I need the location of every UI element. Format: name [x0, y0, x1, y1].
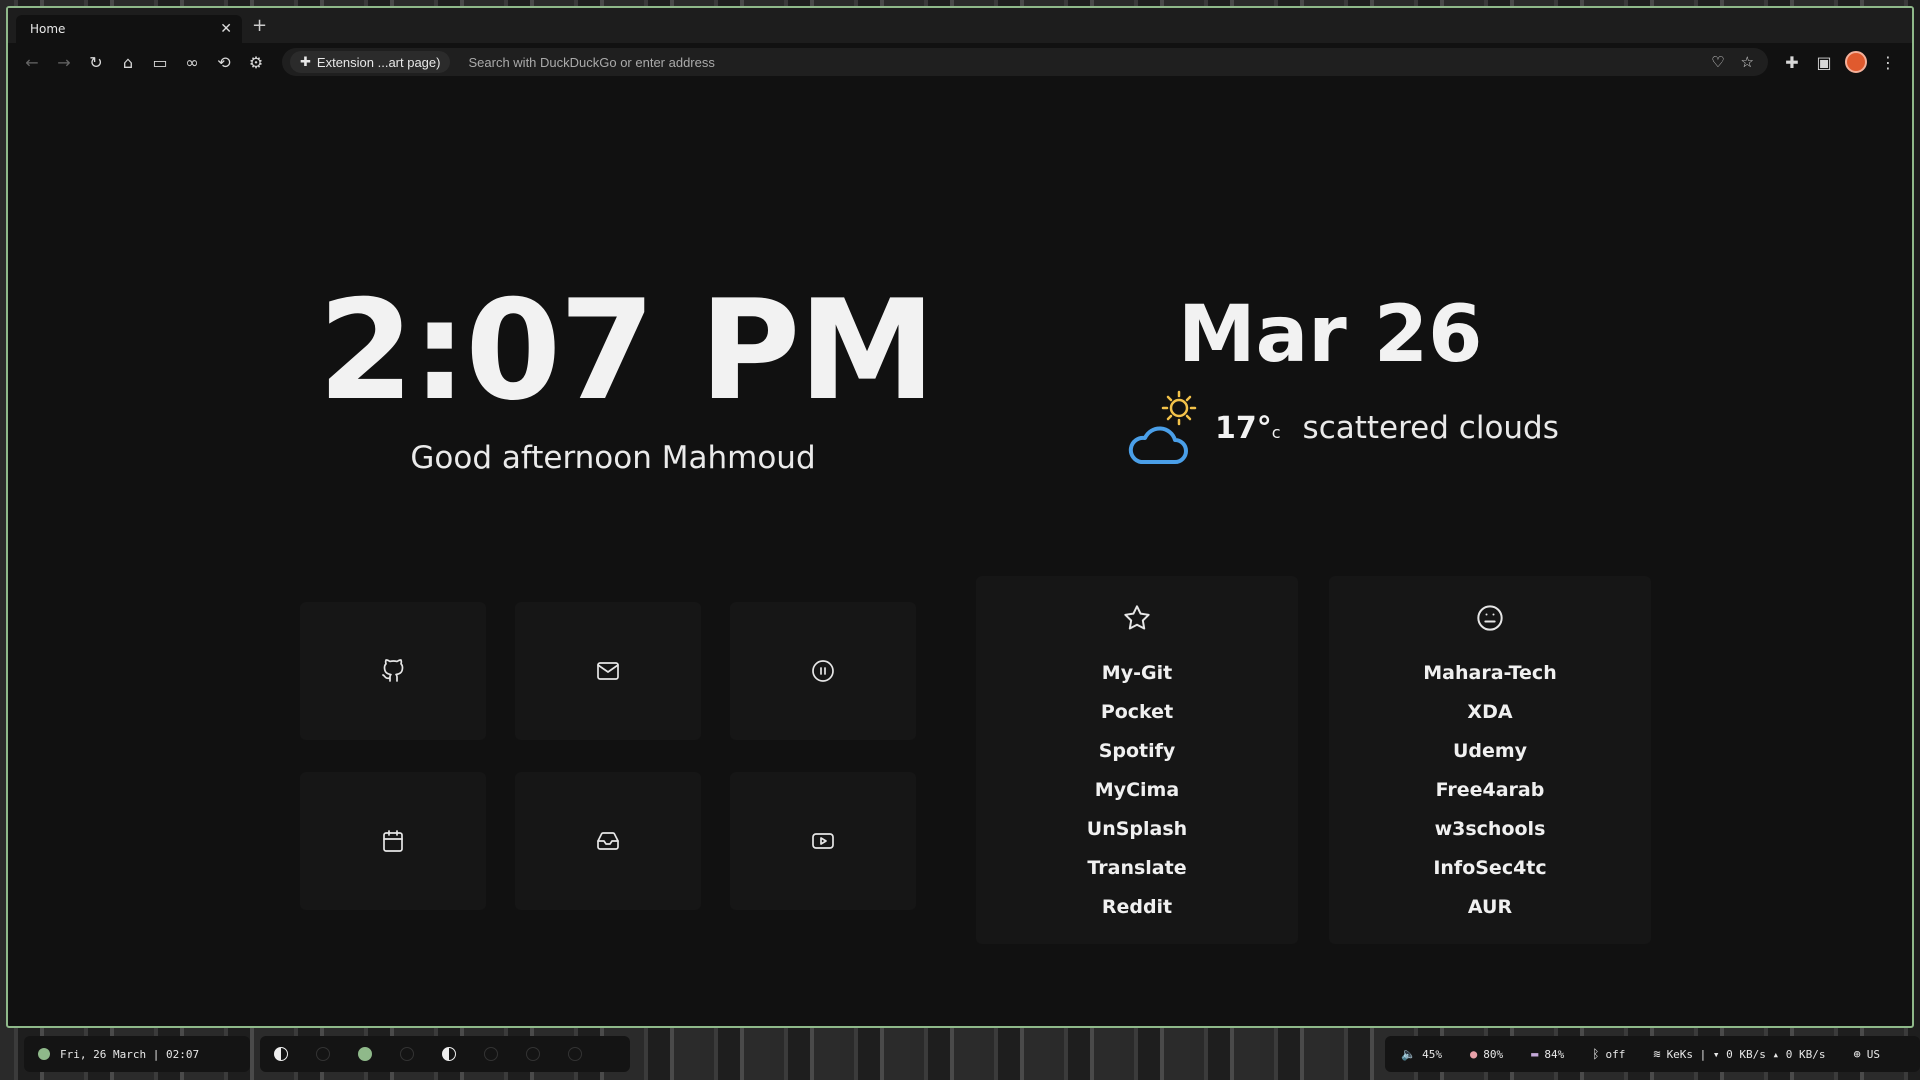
address-bar[interactable]: ✚ Extension ...art page) Search with Duc… — [282, 48, 1768, 76]
link-item[interactable]: XDA — [1423, 693, 1556, 732]
date-display: Mar 26 — [1178, 290, 1483, 380]
wifi-icon: ≋ — [1653, 1047, 1661, 1061]
menu-icon[interactable]: ⋮ — [1872, 48, 1904, 76]
battery-icon: ▬ — [1531, 1047, 1539, 1061]
tab-title: Home — [30, 21, 66, 36]
link-item[interactable]: Translate — [1087, 849, 1187, 888]
volume-indicator[interactable]: 🔈 45% — [1401, 1047, 1442, 1061]
taskbar-datetime: Fri, 26 March | 02:07 — [60, 1047, 200, 1061]
temperature-unit: c — [1271, 422, 1281, 442]
workspace-4[interactable] — [400, 1047, 414, 1061]
battery-indicator[interactable]: ▬ 84% — [1531, 1047, 1564, 1061]
bookmark-star-icon[interactable]: ☆ — [1741, 53, 1754, 71]
pause-circle-icon — [812, 660, 834, 682]
extension-identity-chip[interactable]: ✚ Extension ...art page) — [290, 51, 451, 73]
shortcut-tile-calendar[interactable] — [300, 772, 486, 910]
link-item[interactable]: My-Git — [1087, 654, 1187, 693]
private-mask-icon[interactable]: ∞ — [176, 48, 208, 76]
shortcut-tile-youtube[interactable] — [730, 772, 916, 910]
desktop-taskbar: Fri, 26 March | 02:07 🔈 45% ● 80% ▬ 84% ᛒ of… — [0, 1028, 1920, 1080]
link-item[interactable]: Mahara-Tech — [1423, 654, 1556, 693]
pocket-icon[interactable]: ♡ — [1711, 53, 1724, 71]
bluetooth-indicator[interactable]: ᛒ off — [1592, 1047, 1625, 1061]
star-icon — [1123, 604, 1151, 636]
links-card-right: Mahara-Tech XDA Udemy Free4arab w3school… — [1329, 576, 1651, 944]
start-page: 2:07 PM Good afternoon Mahmoud Mar 26 17… — [8, 80, 1912, 1026]
workspace-6[interactable] — [484, 1047, 498, 1061]
new-tab-button[interactable]: + — [252, 15, 267, 36]
address-input[interactable]: Search with DuckDuckGo or enter address — [468, 55, 1711, 70]
bulb-icon: ● — [1470, 1047, 1478, 1061]
account-avatar[interactable] — [1840, 48, 1872, 76]
weather-condition: scattered clouds — [1302, 410, 1559, 446]
link-item[interactable]: w3schools — [1423, 810, 1556, 849]
github-icon — [382, 659, 404, 682]
bluetooth-icon: ᛒ — [1592, 1047, 1600, 1061]
browser-window: Home ✕ + ← → ↻ ⌂ ▭ ∞ ⟲ ⚙ ✚ Extension ...… — [6, 6, 1914, 1028]
close-icon[interactable]: ✕ — [220, 21, 232, 37]
workspace-7[interactable] — [526, 1047, 540, 1061]
back-arrow-icon[interactable]: ← — [16, 48, 48, 76]
link-item[interactable]: InfoSec4tc — [1423, 849, 1556, 888]
brightness-indicator[interactable]: ● 80% — [1470, 1047, 1503, 1061]
home-icon[interactable]: ⌂ — [112, 48, 144, 76]
workspace-2[interactable] — [316, 1047, 330, 1061]
settings-gear-icon[interactable]: ⚙ — [240, 48, 272, 76]
workspace-8[interactable] — [568, 1047, 582, 1061]
navigation-toolbar: ← → ↻ ⌂ ▭ ∞ ⟲ ⚙ ✚ Extension ...art page)… — [8, 44, 1912, 80]
globe-icon: ⊕ — [1853, 1047, 1861, 1061]
youtube-icon — [812, 833, 834, 849]
link-item[interactable]: AUR — [1423, 888, 1556, 927]
workspace-switcher — [260, 1036, 630, 1072]
link-item[interactable]: UnSplash — [1087, 810, 1187, 849]
links-list-right: Mahara-Tech XDA Udemy Free4arab w3school… — [1423, 654, 1556, 927]
workspace-1[interactable] — [274, 1047, 288, 1061]
links-list-left: My-Git Pocket Spotify MyCima UnSplash Tr… — [1087, 654, 1187, 927]
shortcut-tile-pause[interactable] — [730, 602, 916, 740]
speaker-icon: 🔈 — [1401, 1047, 1417, 1061]
workspace-5[interactable] — [442, 1047, 456, 1061]
forward-arrow-icon[interactable]: → — [48, 48, 80, 76]
taskbar-clock[interactable]: Fri, 26 March | 02:07 — [24, 1036, 250, 1072]
extension-chip-label: Extension ...art page) — [316, 54, 441, 70]
puzzle-icon: ✚ — [300, 54, 311, 69]
links-card-left: My-Git Pocket Spotify MyCima UnSplash Tr… — [976, 576, 1298, 944]
cloud-sun-icon — [1128, 390, 1197, 464]
network-indicator[interactable]: ≋ KeKs | ▾ 0 KB/s ▴ 0 KB/s — [1653, 1047, 1825, 1061]
shortcut-tile-mail[interactable] — [515, 602, 701, 740]
history-icon[interactable]: ⟲ — [208, 48, 240, 76]
shortcut-tile-drive[interactable] — [515, 772, 701, 910]
library-icon[interactable]: ▣ — [1808, 48, 1840, 76]
temperature: 17°c — [1215, 410, 1281, 446]
greeting-text: Good afternoon Mahmoud — [410, 440, 816, 476]
clock-display: 2:07 PM — [318, 270, 936, 431]
link-item[interactable]: Spotify — [1087, 732, 1187, 771]
link-item[interactable]: MyCima — [1087, 771, 1187, 810]
inbox-drive-icon — [597, 832, 619, 850]
link-item[interactable]: Reddit — [1087, 888, 1187, 927]
mail-icon — [597, 662, 619, 680]
link-item[interactable]: Pocket — [1087, 693, 1187, 732]
weather-widget: 17°c scattered clouds — [1123, 390, 1559, 466]
workspace-3[interactable] — [358, 1047, 372, 1061]
keyboard-layout[interactable]: ⊕ US — [1854, 1047, 1880, 1061]
clock-icon — [38, 1048, 50, 1060]
meh-face-icon — [1476, 604, 1504, 636]
tab-bar: Home ✕ + — [8, 8, 1912, 44]
tab-home[interactable]: Home ✕ — [16, 14, 242, 43]
extensions-icon[interactable]: ✚ — [1776, 48, 1808, 76]
tab-manager-icon[interactable]: ▭ — [144, 48, 176, 76]
link-item[interactable]: Free4arab — [1423, 771, 1556, 810]
link-item[interactable]: Udemy — [1423, 732, 1556, 771]
reload-icon[interactable]: ↻ — [80, 48, 112, 76]
system-status: 🔈 45% ● 80% ▬ 84% ᛒ off ≋ KeKs | ▾ 0 KB/s ▴ 0… — [1385, 1036, 1920, 1072]
calendar-icon — [383, 830, 403, 852]
shortcut-tile-github[interactable] — [300, 602, 486, 740]
